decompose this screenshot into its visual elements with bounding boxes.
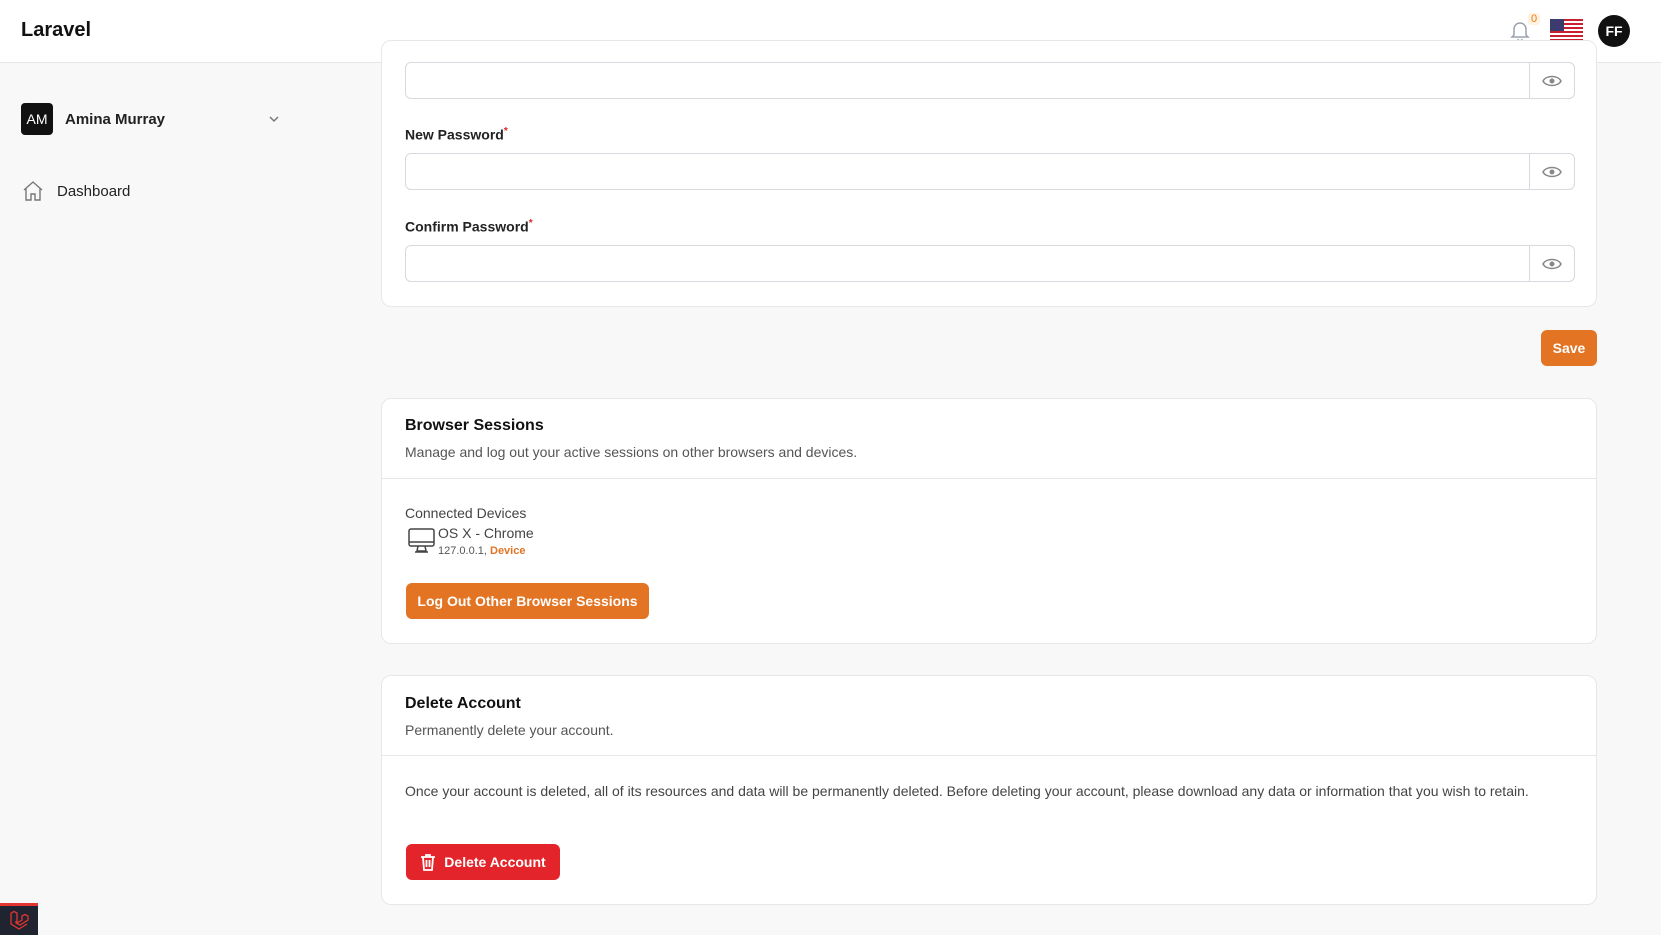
eye-icon[interactable]: [1529, 246, 1574, 281]
required-mark: *: [503, 126, 508, 137]
confirm-password-field[interactable]: [405, 245, 1575, 282]
eye-icon[interactable]: [1529, 154, 1574, 189]
section-title: Browser Sessions: [405, 417, 544, 434]
delete-account-button[interactable]: Delete Account: [406, 844, 560, 880]
trash-icon: [421, 854, 436, 871]
device-meta: 127.0.0.1, Device: [438, 545, 525, 557]
divider: [382, 755, 1596, 756]
section-description: Manage and log out your active sessions …: [405, 444, 858, 460]
sidebar-item-label: Dashboard: [57, 182, 131, 200]
connected-devices-label: Connected Devices: [405, 505, 527, 521]
section-title: Delete Account: [405, 695, 521, 712]
new-password-label: New Password*: [405, 126, 508, 143]
label-text: Confirm Password: [405, 218, 529, 235]
chevron-down-icon: [269, 116, 279, 123]
device-name: OS X - Chrome: [438, 525, 534, 541]
debugbar-toggle[interactable]: [0, 903, 38, 935]
confirm-password-input[interactable]: [406, 246, 1526, 281]
home-icon: [23, 181, 43, 201]
user-avatar[interactable]: FF: [1598, 15, 1630, 47]
user-name: Amina Murray: [65, 110, 166, 128]
label-text: New Password: [405, 126, 504, 143]
monitor-icon: [408, 528, 435, 553]
avatar: AM: [21, 103, 53, 135]
new-password-field[interactable]: [405, 153, 1575, 190]
required-mark: *: [528, 218, 533, 229]
logout-other-sessions-button[interactable]: Log Out Other Browser Sessions: [406, 583, 649, 619]
eye-icon[interactable]: [1529, 63, 1574, 98]
device-tag: Device: [490, 545, 526, 557]
save-button[interactable]: Save: [1541, 330, 1597, 366]
device-ip: 127.0.0.1,: [438, 545, 487, 557]
delete-warning-text: Once your account is deleted, all of its…: [405, 783, 1529, 799]
notification-count: 0: [1528, 13, 1541, 25]
laravel-logo-icon: [10, 910, 29, 930]
user-switcher[interactable]: AM Amina Murray: [21, 103, 281, 135]
current-password-input[interactable]: [406, 63, 1526, 98]
divider: [382, 478, 1596, 479]
section-description: Permanently delete your account.: [405, 722, 614, 738]
sidebar-item-dashboard[interactable]: Dashboard: [22, 180, 130, 202]
brand-logo[interactable]: Laravel: [21, 19, 91, 42]
current-password-field[interactable]: [405, 62, 1575, 99]
new-password-input[interactable]: [406, 154, 1526, 189]
button-label: Delete Account: [444, 854, 546, 870]
confirm-password-label: Confirm Password*: [405, 218, 533, 235]
